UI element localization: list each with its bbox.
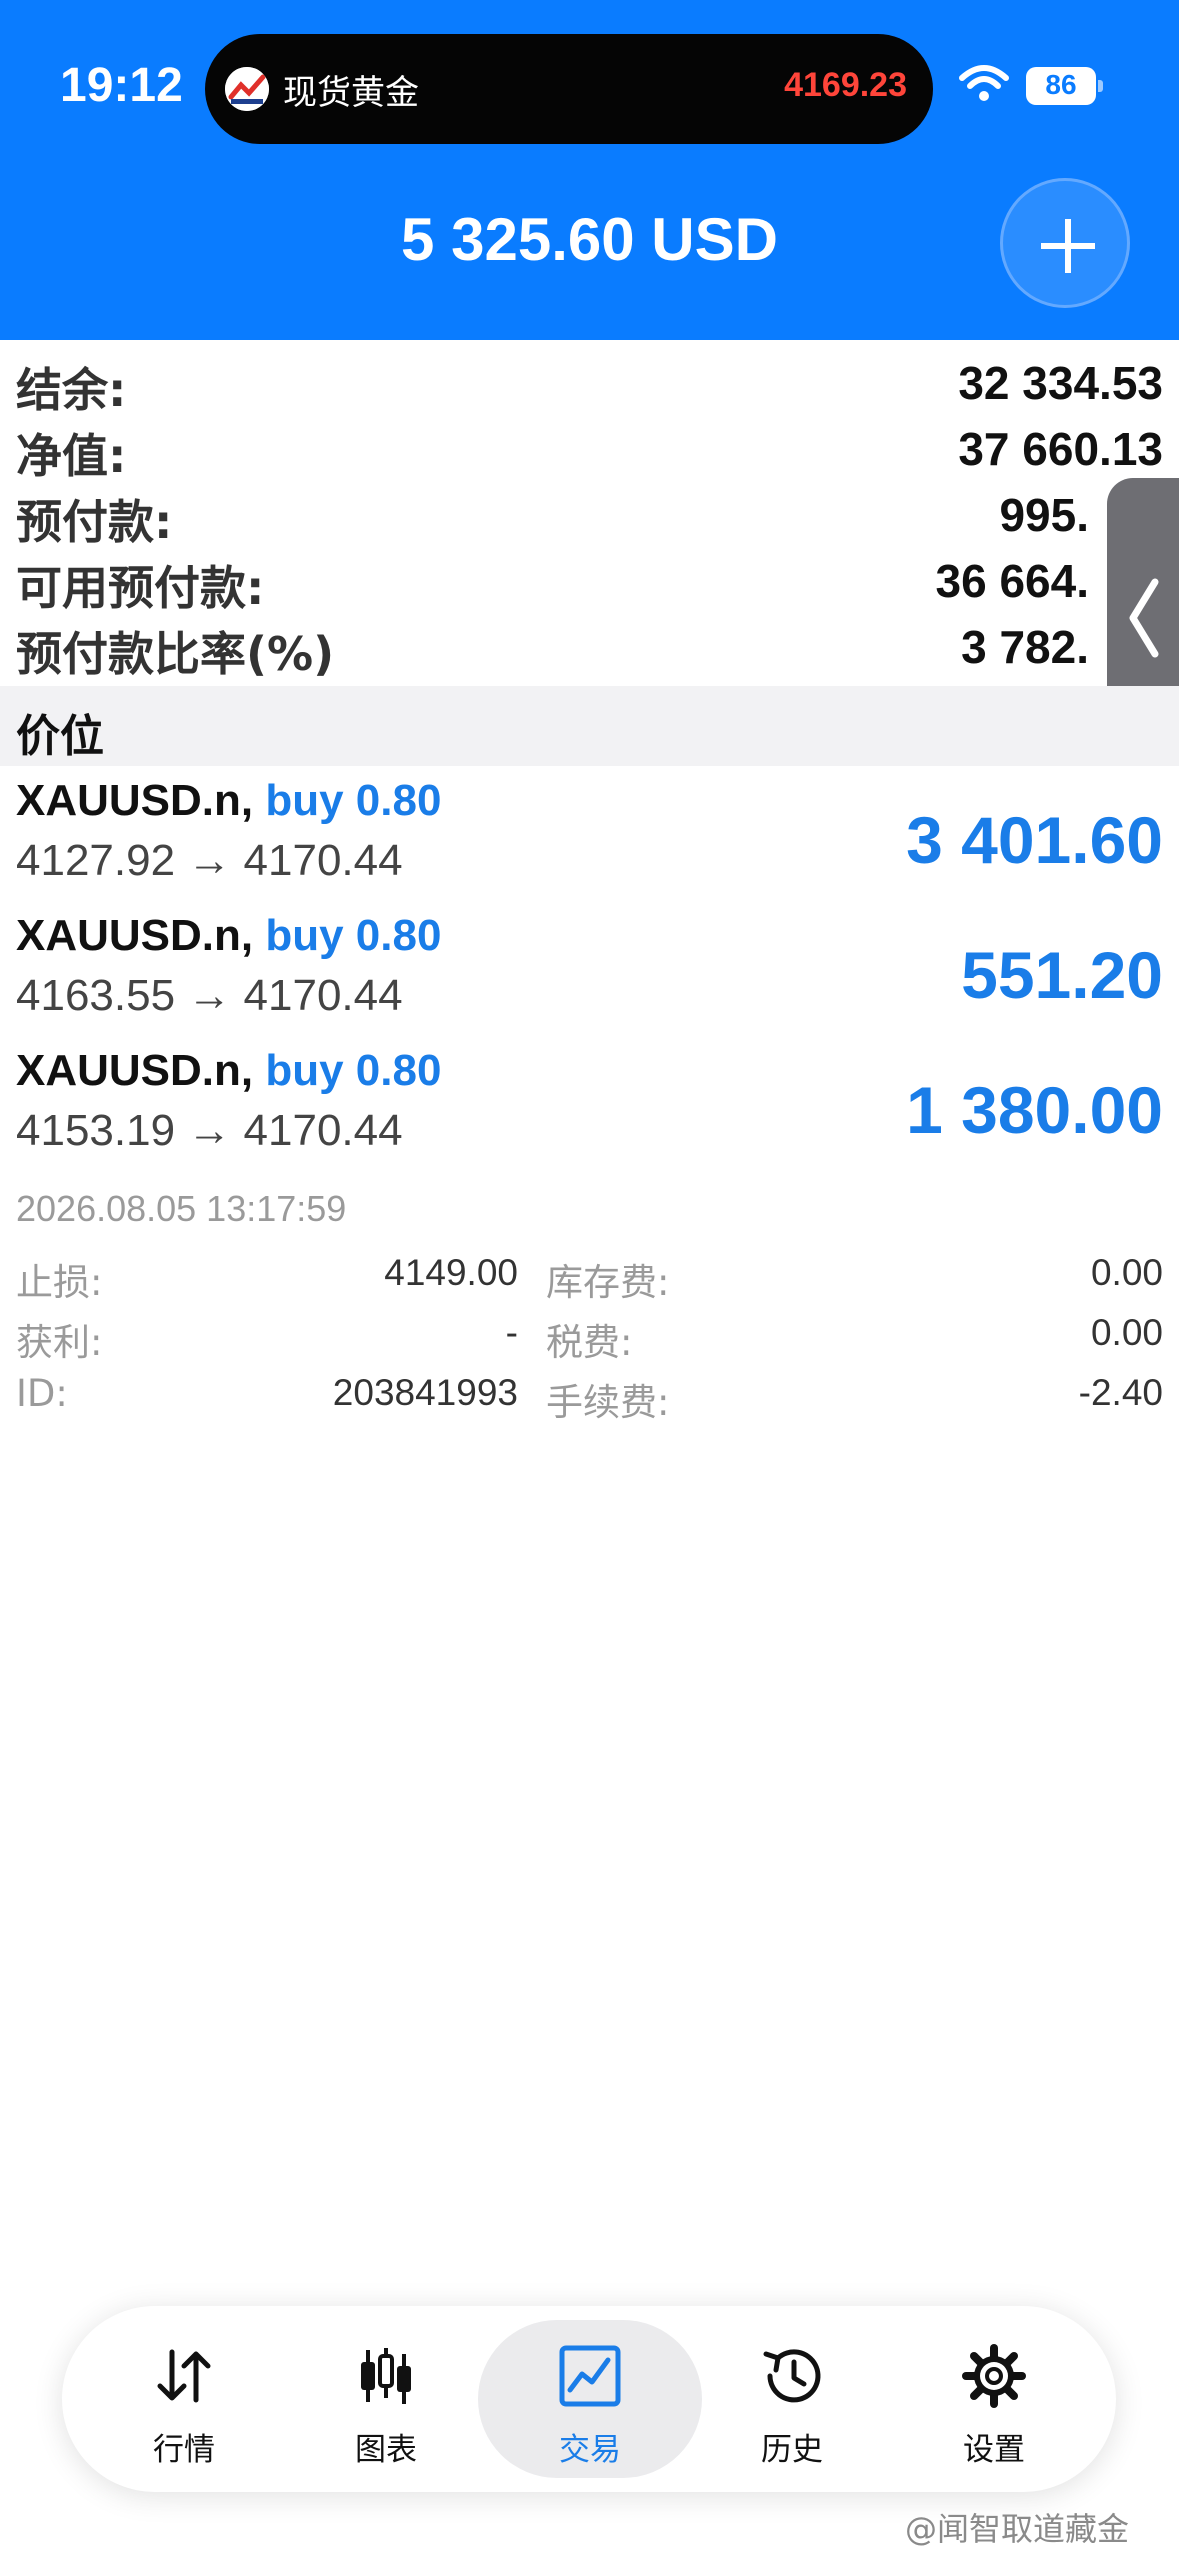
app-header: 19:12 现货黄金 4169.23 86 5 325.60 USD [0,0,1179,340]
position-row[interactable]: XAUUSD.n, buy 0.80 4163.55 → 4170.44 551… [0,907,1179,1042]
new-order-button[interactable] [1000,178,1130,308]
position-side: buy 0.80 [265,911,442,960]
free-margin-value: 36 664. [935,555,1089,607]
position-symbol-line: XAUUSD.n, buy 0.80 [16,776,441,826]
position-prices: 4153.19 → 4170.44 [16,1106,403,1156]
trade-chart-icon [559,2345,621,2407]
stop-loss-label: 止损: [16,1261,103,1304]
status-time: 19:12 [60,59,183,112]
position-prices: 4163.55 → 4170.44 [16,971,403,1021]
take-profit-label: 获利: [16,1321,103,1364]
commission-value: -2.40 [1078,1372,1163,1413]
take-profit-value: - [505,1312,518,1353]
stop-loss-value: 4149.00 [384,1252,518,1293]
plus-icon [1041,219,1095,273]
position-side: buy 0.80 [265,1046,442,1095]
position-open-price: 4153.19 [16,1106,176,1155]
position-symbol: XAUUSD.n, [16,1046,254,1095]
position-current-price: 4170.44 [243,971,403,1020]
weibo-watermark: @闻智取道藏金 [905,2510,1130,2548]
balance-label: 结余: [16,363,127,417]
price-arrow: → [187,971,232,1020]
candlestick-icon [361,2348,411,2404]
swap-label: 库存费: [546,1261,670,1304]
commission-label: 手续费: [546,1381,670,1424]
position-open-time: 2026.08.05 13:17:59 [16,1188,347,1229]
position-current-price: 4170.44 [243,1106,403,1155]
tax-label: 税费: [546,1321,633,1364]
quotes-arrows-icon [157,2349,211,2403]
swap-value: 0.00 [1090,1252,1163,1293]
tab-history[interactable]: 历史 [692,2306,892,2492]
balance-row: 结余: 32 334.53 [0,348,1179,417]
battery-level: 86 [1045,69,1077,100]
positions-section-title: 价位 [16,711,104,762]
position-open-price: 4127.92 [16,836,176,885]
position-current-price: 4170.44 [243,836,403,885]
position-profit: 551.20 [961,938,1163,1012]
tab-trade-label: 交易 [559,2432,621,2468]
position-row[interactable]: XAUUSD.n, buy 0.80 4153.19 → 4170.44 1 3… [0,1042,1179,1177]
margin-level-value: 3 782. [961,621,1089,673]
history-clock-icon [763,2349,821,2403]
positions-section-header: 价位 [0,686,1179,766]
order-id-value: 203841993 [332,1372,518,1413]
balance-value: 32 334.53 [958,357,1163,409]
position-symbol: XAUUSD.n, [16,776,254,825]
free-margin-label: 可用预付款: [16,561,265,615]
equity-row: 净值: 37 660.13 [0,414,1179,483]
battery-tip [1098,80,1103,92]
detail-row-sl-swap: 止损: 4149.00 库存费: 0.00 [0,1252,1179,1308]
chevron-left-icon [1129,578,1159,658]
position-symbol: XAUUSD.n, [16,911,254,960]
margin-label: 预付款: [16,495,173,549]
gold-app-logo-icon [225,67,269,111]
tab-charts[interactable]: 图表 [286,2306,486,2492]
live-activity-title: 现货黄金 [283,73,419,113]
equity-label: 净值: [16,429,127,483]
position-profit: 3 401.60 [906,803,1163,877]
live-activity-island[interactable]: 现货黄金 4169.23 [205,34,933,144]
tab-settings-label: 设置 [963,2432,1025,2468]
position-open-price: 4163.55 [16,971,176,1020]
position-symbol-line: XAUUSD.n, buy 0.80 [16,911,441,961]
price-arrow: → [187,836,232,885]
position-profit: 1 380.00 [906,1073,1163,1147]
position-symbol-line: XAUUSD.n, buy 0.80 [16,1046,441,1096]
tax-value: 0.00 [1090,1312,1163,1353]
battery-indicator: 86 [1026,67,1096,105]
equity-value: 37 660.13 [958,423,1163,475]
free-margin-row: 可用预付款: 36 664. [0,546,1179,615]
detail-row-tp-tax: 获利: - 税费: 0.00 [0,1312,1179,1368]
position-prices: 4127.92 → 4170.44 [16,836,403,886]
tab-quotes-label: 行情 [153,2432,215,2468]
price-arrow: → [187,1106,232,1155]
tab-trade[interactable]: 交易 [490,2306,690,2492]
position-row[interactable]: XAUUSD.n, buy 0.80 4127.92 → 4170.44 3 4… [0,772,1179,907]
wifi-icon [959,65,1009,101]
tab-settings[interactable]: 设置 [894,2306,1094,2492]
tab-history-label: 历史 [761,2432,823,2468]
live-activity-price: 4169.23 [784,66,907,104]
bottom-tab-bar: 行情 图表 交易 历史 设置 [62,2306,1116,2492]
margin-level-row: 预付款比率(%) 3 782. [0,612,1179,681]
margin-row: 预付款: 995. [0,480,1179,549]
gear-icon [962,2344,1026,2408]
detail-row-id-commission: ID: 203841993 手续费: -2.40 [0,1372,1179,1428]
margin-value: 995. [999,489,1089,541]
tab-charts-label: 图表 [355,2432,417,2468]
position-side: buy 0.80 [265,776,442,825]
order-id-label: ID: [16,1372,68,1415]
tab-quotes[interactable]: 行情 [84,2306,284,2492]
margin-level-label: 预付款比率(%) [16,627,335,681]
